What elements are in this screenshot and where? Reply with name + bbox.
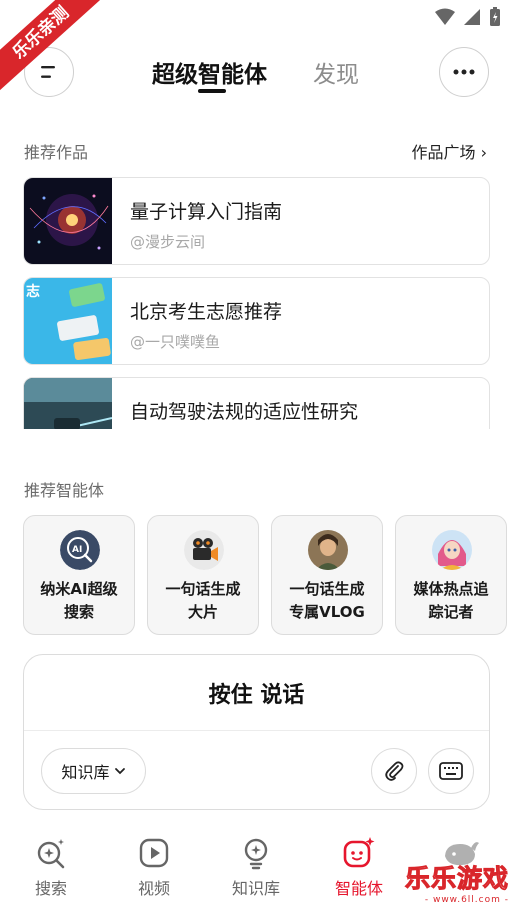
agent-card-movie[interactable]: 一句话生成 大片 (147, 515, 259, 635)
agent-name: 一句话生成 专属VLOG (289, 580, 365, 621)
paperclip-icon (385, 761, 404, 781)
voice-divider (24, 730, 489, 731)
tab-discover[interactable]: 发现 (313, 55, 359, 89)
keyboard-button[interactable] (428, 748, 474, 794)
nav-label: 视频 (137, 879, 170, 898)
knowledge-base-dropdown[interactable]: 知识库 (41, 748, 146, 794)
play-icon (139, 838, 169, 868)
chevron-down-icon (114, 768, 125, 775)
keyboard-icon (439, 762, 463, 780)
nav-item-knowledge[interactable]: 知识库 (221, 836, 291, 899)
hold-to-talk-button[interactable]: 按住 说话 (24, 677, 489, 709)
vlog-avatar (308, 530, 348, 570)
nav-item-search[interactable]: 搜索 (16, 836, 86, 899)
more-horizontal-icon (453, 69, 475, 75)
admission-thumbnail: 志 (24, 278, 112, 364)
search-sparkle-icon (37, 839, 65, 869)
agents-section-title: 推荐智能体 (24, 481, 105, 500)
works-list: 量子计算入门指南 @漫步云间 志 北京考生志愿推荐 @一只噗噗鱼 自动驾驶法规的… (23, 177, 490, 429)
work-card[interactable]: 自动驾驶法规的适应性研究 (23, 377, 490, 429)
works-section-title: 推荐作品 (24, 143, 89, 162)
nav-label: 智能体 (334, 879, 383, 898)
nav-label: 搜索 (34, 879, 67, 898)
agent-card-vlog[interactable]: 一句话生成 专属VLOG (271, 515, 383, 635)
agent-name: 媒体热点追 踪记者 (413, 580, 489, 621)
battery-icon (490, 7, 500, 26)
knowledge-base-label: 知识库 (61, 763, 110, 782)
agent-icon (343, 837, 375, 868)
agent-card-reporter[interactable]: 媒体热点追 踪记者 (395, 515, 507, 635)
work-title: 量子计算入门指南 (130, 201, 283, 223)
nav-item-agent[interactable]: 智能体 (324, 836, 394, 899)
wifi-icon (435, 8, 455, 25)
voice-input-panel: 按住 说话 知识库 (23, 654, 490, 810)
tab-super-agent[interactable]: 超级智能体 (152, 55, 267, 89)
top-header: 超级智能体 发现 (0, 40, 513, 104)
work-title: 自动驾驶法规的适应性研究 (130, 401, 359, 423)
nav-item-video[interactable]: 视频 (119, 836, 189, 899)
work-author: @一只噗噗鱼 (130, 333, 221, 351)
autodrive-thumbnail (24, 378, 112, 429)
agent-name: 纳米AI超级 搜索 (40, 580, 118, 621)
tab-active-indicator (198, 89, 226, 93)
reporter-avatar (432, 530, 472, 570)
signal-icon (464, 9, 480, 25)
svg-text:AI: AI (72, 545, 82, 555)
watermark-corner: 乐乐游戏 - www.6ll.com - (404, 864, 509, 906)
more-button[interactable] (439, 47, 489, 97)
ai-search-icon: AI (60, 530, 100, 570)
movie-camera-icon (184, 530, 224, 570)
agent-card-ai-search[interactable]: AI 纳米AI超级 搜索 (23, 515, 135, 635)
work-author: @漫步云间 (130, 233, 206, 251)
thumbnail-text: 志 (26, 283, 40, 300)
quantum-thumbnail (24, 178, 112, 264)
menu-icon (41, 66, 55, 78)
work-card[interactable]: 志 北京考生志愿推荐 @一只噗噗鱼 (23, 277, 490, 365)
bulb-icon (244, 838, 268, 870)
work-title: 北京考生志愿推荐 (130, 301, 283, 323)
attach-button[interactable] (371, 748, 417, 794)
work-card[interactable]: 量子计算入门指南 @漫步云间 (23, 177, 490, 265)
works-plaza-link[interactable]: 作品广场 › (412, 139, 488, 163)
nav-label: 知识库 (231, 879, 280, 898)
agent-name: 一句话生成 大片 (165, 580, 241, 621)
